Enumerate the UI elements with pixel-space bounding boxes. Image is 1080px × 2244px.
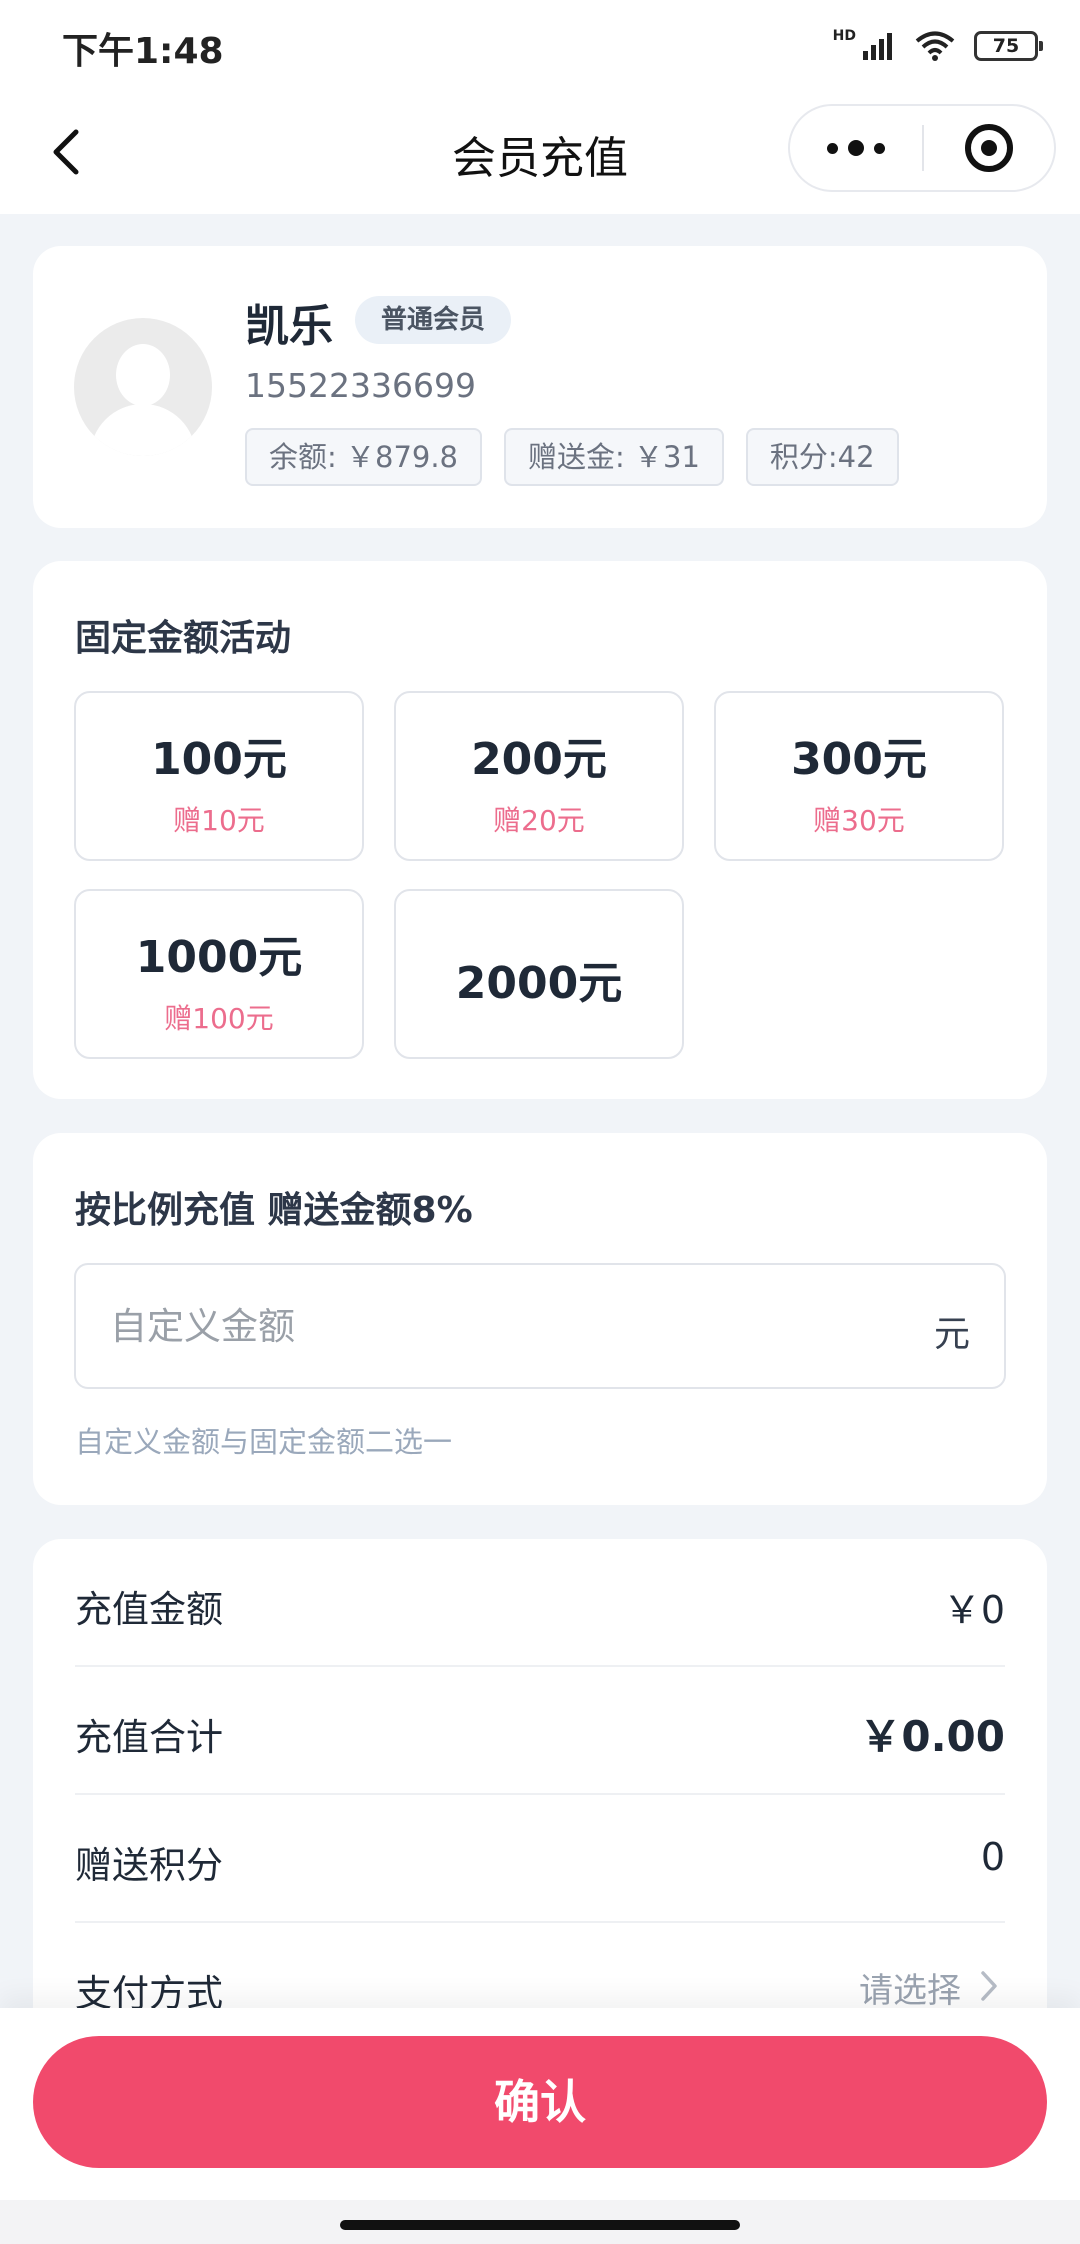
- mini-program-capsule: [788, 104, 1056, 192]
- amount-unit: 元: [933, 1314, 970, 1355]
- more-dots-icon[interactable]: [790, 106, 922, 190]
- package-option[interactable]: 1000元 赠100元: [74, 889, 364, 1059]
- package-option[interactable]: 100元 赠10元: [74, 691, 364, 861]
- member-phone: 15522336699: [245, 366, 476, 405]
- member-name: 凯乐: [245, 301, 333, 352]
- gift-points-label: 赠送积分: [75, 1844, 223, 1887]
- member-level-badge: 普通会员: [355, 296, 512, 344]
- package-gift: 赠30元: [813, 804, 905, 837]
- package-amount: 200元: [471, 734, 607, 785]
- nav-bar: 会员充值: [0, 92, 1080, 214]
- battery-indicator: 75: [974, 31, 1043, 61]
- gift-balance-stat: 赠送金: ￥31: [504, 428, 724, 486]
- fixed-amount-card: 固定金额活动 100元 赠10元 200元 赠20元 300元 赠30元 100…: [33, 561, 1047, 1099]
- package-gift: 赠20元: [493, 804, 585, 837]
- status-time: 下午1:48: [62, 31, 224, 72]
- ratio-recharge-title: 按比例充值 赠送金额8%: [75, 1190, 473, 1231]
- chevron-right-icon: [981, 1971, 997, 2001]
- total-label: 充值合计: [75, 1716, 223, 1759]
- member-info-card: 凯乐 普通会员 15522336699 余额: ￥879.8 赠送金: ￥31 …: [33, 246, 1047, 528]
- ratio-recharge-card: 按比例充值 赠送金额8% 元 自定义金额与固定金额二选一: [33, 1133, 1047, 1505]
- custom-amount-hint: 自定义金额与固定金额二选一: [75, 1425, 453, 1459]
- member-stats: 余额: ￥879.8 赠送金: ￥31 积分:42: [245, 428, 899, 486]
- summary-card: 充值金额 ￥0 充值合计 ￥0.00 赠送积分 0 支付方式 请选择: [33, 1539, 1047, 2015]
- confirm-button[interactable]: 确认: [33, 2036, 1047, 2168]
- package-amount: 100元: [151, 734, 287, 785]
- wifi-icon: [915, 31, 955, 61]
- avatar: [74, 318, 212, 456]
- package-gift: 赠10元: [173, 804, 265, 837]
- recharge-amount-value: ￥0: [942, 1588, 1005, 1632]
- summary-row-recharge-amount: 充值金额 ￥0: [75, 1539, 1005, 1667]
- balance-stat: 余额: ￥879.8: [245, 428, 483, 486]
- package-amount: 1000元: [135, 932, 303, 983]
- summary-row-total: 充值合计 ￥0.00: [75, 1667, 1005, 1795]
- signal-icon: [863, 33, 892, 60]
- status-bar: 下午1:48 HD 75: [0, 0, 1080, 92]
- custom-amount-field[interactable]: 元: [74, 1263, 1006, 1389]
- recharge-amount-label: 充值金额: [75, 1588, 223, 1631]
- payment-method-value: 请选择: [859, 1971, 961, 2011]
- package-option[interactable]: 2000元: [394, 889, 684, 1059]
- status-icons: HD 75: [832, 24, 1043, 68]
- package-option[interactable]: 300元 赠30元: [714, 691, 1004, 861]
- home-indicator[interactable]: [340, 2220, 740, 2230]
- package-amount: 2000元: [455, 958, 623, 1009]
- package-option[interactable]: 200元 赠20元: [394, 691, 684, 861]
- package-gift: 赠100元: [164, 1002, 274, 1035]
- points-stat: 积分:42: [745, 428, 899, 486]
- total-value: ￥0.00: [859, 1712, 1005, 1761]
- bottom-action-bar: 确认: [0, 2008, 1080, 2244]
- custom-amount-input[interactable]: [110, 1293, 870, 1359]
- summary-row-points: 赠送积分 0: [75, 1795, 1005, 1923]
- home-indicator-area: [0, 2200, 1080, 2244]
- network-type: HD: [832, 28, 856, 44]
- package-amount: 300元: [791, 734, 927, 785]
- gift-points-value: 0: [980, 1835, 1005, 1879]
- fixed-amount-title: 固定金额活动: [75, 618, 292, 659]
- target-close-icon[interactable]: [924, 124, 1054, 172]
